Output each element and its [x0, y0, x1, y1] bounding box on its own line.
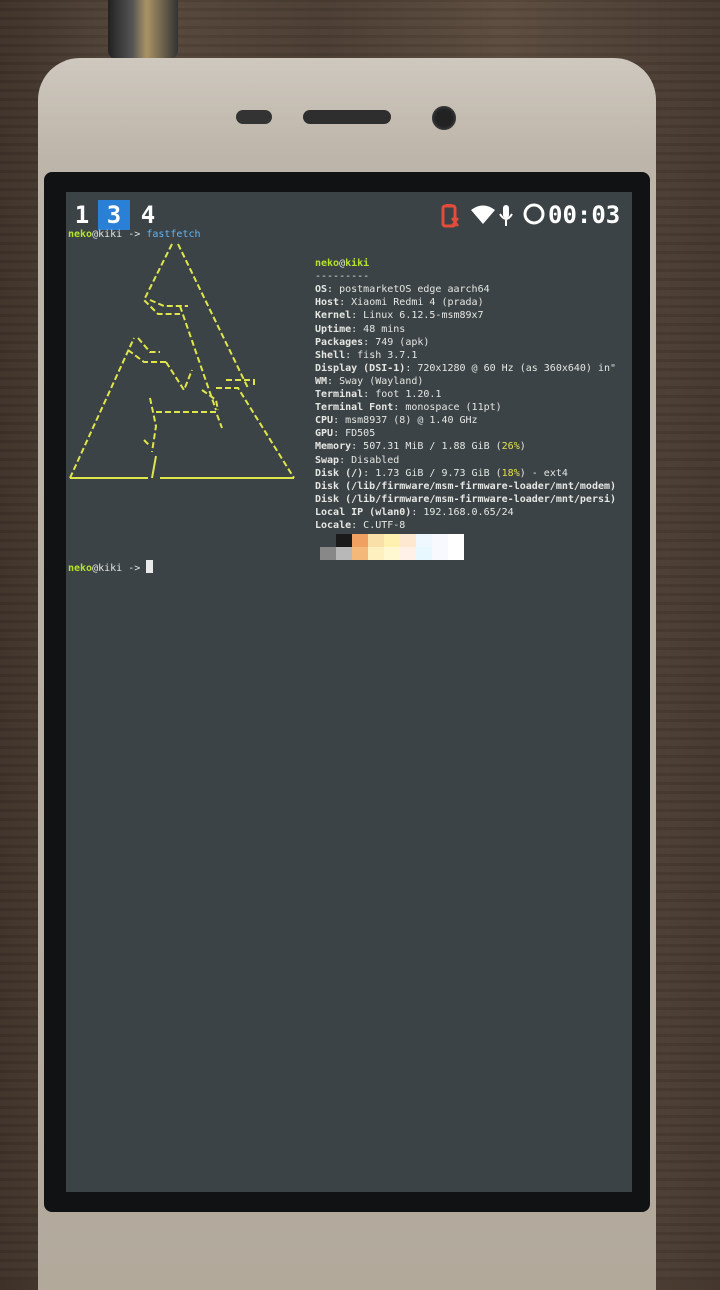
palette-swatch [320, 547, 336, 560]
info-key: Swap [315, 454, 340, 466]
info-key: Disk (/) [315, 467, 364, 479]
palette-swatch [432, 534, 448, 547]
palette-swatch [352, 534, 368, 547]
info-key: CPU [315, 415, 334, 427]
usb-cable [108, 0, 178, 60]
postmarketos-logo [69, 243, 295, 479]
prompt-host: kiki [98, 229, 123, 240]
info-key: Memory [315, 441, 352, 453]
info-key: Shell [315, 349, 346, 361]
info-percent: 26% [501, 441, 520, 453]
info-value: 48 mins [363, 323, 406, 335]
info-value: Linux 6.12.5-msm89x7 [363, 310, 484, 322]
info-key: Locale [315, 519, 352, 531]
microphone-icon [499, 205, 513, 226]
palette-swatch [448, 534, 464, 547]
phone-screen: 1 3 4 00:03 neko@kiki -> fastfetch neko@… [66, 192, 632, 1192]
info-percent: 18% [501, 467, 520, 479]
info-value: 749 (apk) [375, 336, 430, 348]
palette-swatch [320, 534, 336, 547]
info-value: 1.73 GiB / 9.73 GiB [375, 467, 490, 479]
palette-swatch [352, 547, 368, 560]
prompt-user: neko [68, 229, 93, 240]
info-value: postmarketOS edge aarch64 [339, 284, 490, 296]
prompt-arrow: -> [128, 563, 141, 574]
palette-swatch [448, 547, 464, 560]
info-value: msm8937 (8) @ 1.40 GHz [345, 415, 478, 427]
info-value: Xiaomi Redmi 4 (prada) [351, 297, 484, 309]
info-key: Packages [315, 336, 364, 348]
info-key: Terminal Font [315, 402, 394, 414]
info-value: foot 1.20.1 [375, 389, 442, 401]
info-tail: - ext4 [525, 467, 568, 479]
palette-swatch [384, 534, 400, 547]
front-camera [432, 106, 456, 130]
workspace-4-button[interactable]: 4 [136, 200, 160, 230]
info-value: 507.31 MiB / 1.88 GiB [363, 441, 490, 453]
info-key: GPU [315, 428, 334, 440]
proximity-sensor [236, 110, 272, 124]
prompt-command: fastfetch [146, 229, 201, 240]
palette-swatch [400, 547, 416, 560]
info-key: Terminal [315, 389, 364, 401]
palette-swatch [416, 547, 432, 560]
info-key: WM [315, 375, 328, 387]
palette-swatch [432, 547, 448, 560]
info-title-host: kiki [345, 258, 370, 270]
info-key: OS [315, 284, 328, 296]
terminal-prompt-line: neko@kiki -> [68, 560, 154, 575]
palette-swatch [368, 547, 384, 560]
prompt-arrow: -> [128, 229, 141, 240]
circle-icon [523, 203, 545, 225]
wifi-icon [471, 205, 495, 224]
battery-alert-icon [441, 204, 459, 228]
info-value: Sway (Wayland) [339, 375, 424, 387]
palette-swatch [336, 534, 352, 547]
info-key: Local IP (wlan0) [315, 506, 412, 518]
earpiece-speaker [303, 110, 391, 124]
info-value: fish 3.7.1 [357, 349, 418, 361]
palette-swatch [384, 547, 400, 560]
info-key: Disk (/lib/firmware/msm-firmware-loader/… [315, 480, 617, 492]
info-value: monospace (11pt) [405, 402, 502, 414]
info-value: FD505 [345, 428, 376, 440]
workspace-3-button[interactable]: 3 [98, 200, 130, 230]
info-key: Disk (/lib/firmware/msm-firmware-loader/… [315, 493, 617, 505]
fastfetch-info: neko@kiki --------- OS: postmarketOS edg… [315, 258, 617, 531]
info-value: C.UTF-8 [363, 519, 406, 531]
prompt-user: neko [68, 563, 93, 574]
palette-swatch [368, 534, 384, 547]
workspace-1-button[interactable]: 1 [70, 200, 94, 230]
info-value: 720x1280 @ 60 Hz (as 360x640) in" [417, 362, 617, 374]
info-key: Kernel [315, 310, 352, 322]
info-separator: --------- [315, 271, 370, 283]
palette-swatch [336, 547, 352, 560]
palette-swatch [400, 534, 416, 547]
info-key: Host [315, 297, 340, 309]
info-key: Display (DSI-1) [315, 362, 406, 374]
clock: 00:03 [548, 201, 621, 229]
info-key: Uptime [315, 323, 352, 335]
terminal-cursor[interactable] [146, 560, 154, 573]
info-value: Disabled [351, 454, 400, 466]
prompt-host: kiki [98, 563, 123, 574]
info-title-user: neko [315, 258, 340, 270]
palette-swatch [416, 534, 432, 547]
info-value: 192.168.0.65/24 [423, 506, 514, 518]
